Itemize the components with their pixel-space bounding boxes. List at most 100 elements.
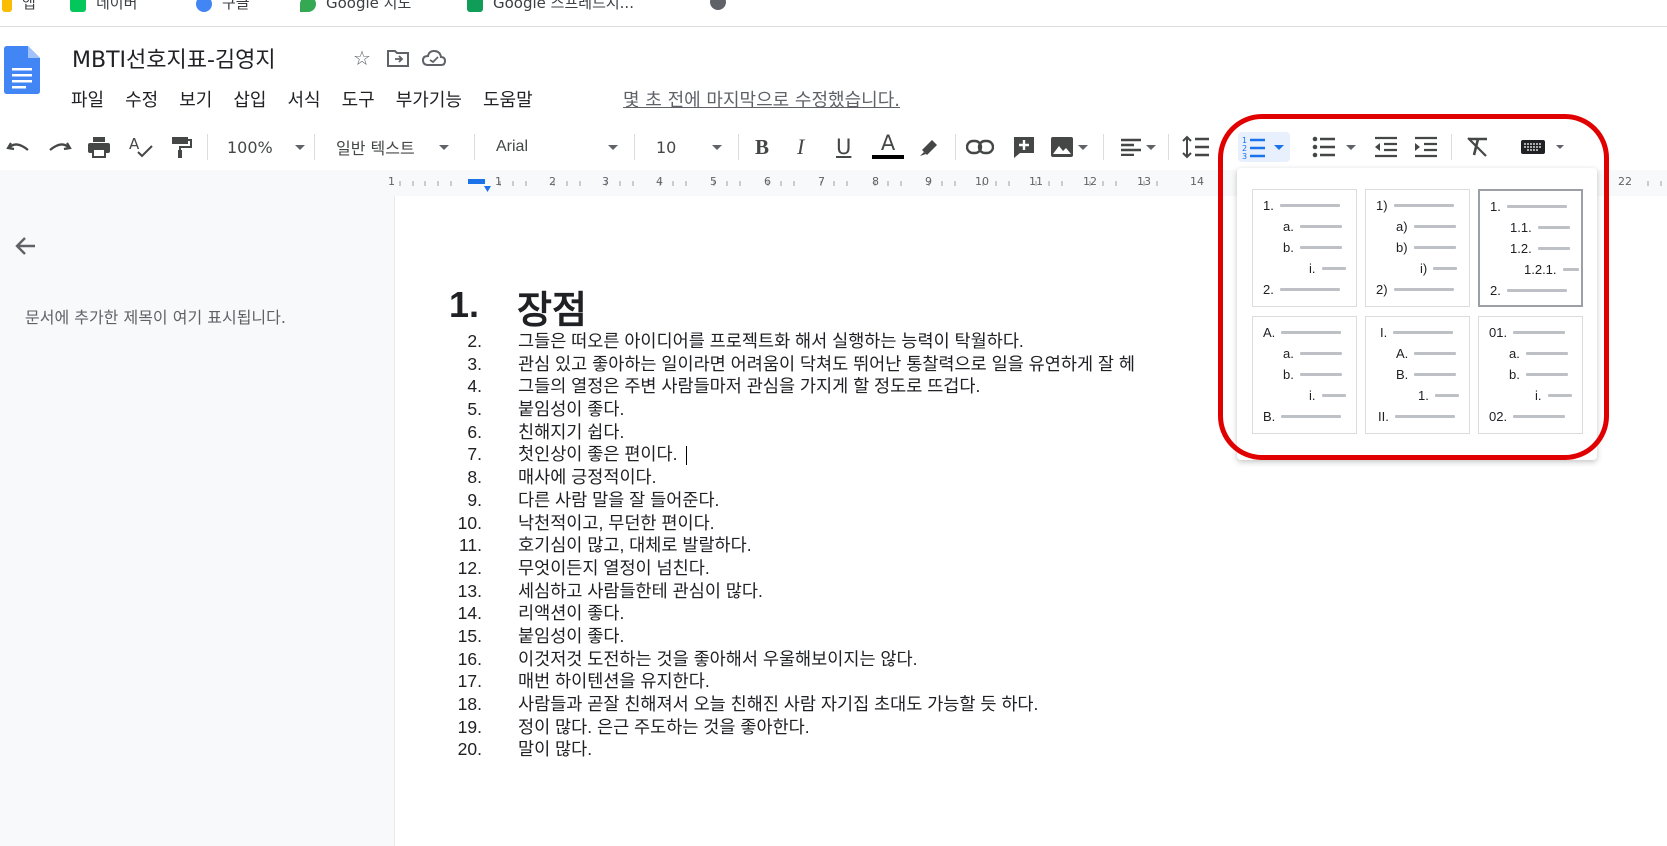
numbered-list-button[interactable]: 123 (1238, 132, 1290, 162)
underline-button[interactable]: U (836, 132, 851, 162)
redo-icon (49, 142, 72, 151)
list-preset-zero-decimal[interactable]: 01. a. b. i. 02. (1478, 316, 1583, 434)
chevron-down-icon (1078, 144, 1088, 150)
list-text: 사람들과 곧잘 친해져서 오늘 친해진 사람 자기집 초대도 가능할 듯 하다. (518, 694, 1039, 714)
list-number: 4. (467, 376, 482, 397)
list-number: 2. (467, 331, 482, 351)
list-text: 무엇이든지 열정이 넘친다. (518, 557, 710, 578)
list-number: 19. (457, 716, 482, 737)
bulleted-list-button[interactable] (1312, 132, 1356, 162)
line-spacing-button[interactable] (1182, 132, 1210, 162)
list-number: 17. (457, 671, 482, 692)
keyboard-icon (1521, 140, 1545, 154)
menu-help[interactable]: 도움말 (483, 86, 533, 112)
bookmark-more[interactable] (710, 0, 736, 10)
ruler-number: 1 (495, 175, 502, 188)
input-tools-button[interactable] (1520, 132, 1564, 162)
chevron-down-icon (1146, 144, 1156, 150)
increase-indent-button[interactable] (1414, 132, 1438, 162)
undo-icon (6, 142, 29, 151)
list-number: 8. (467, 467, 482, 488)
list-number: 16. (457, 648, 482, 669)
text-color-icon: A (880, 131, 896, 155)
bookmark-naver[interactable]: 네이버 (70, 0, 137, 13)
insert-image-button[interactable] (1050, 132, 1088, 162)
move-folder-icon[interactable] (386, 46, 410, 70)
map-pin-icon (300, 0, 316, 12)
document-title[interactable]: MBTI선호지표-김영지 (72, 42, 276, 74)
font-size-select[interactable]: 10 (656, 132, 723, 162)
list-text: 호기심이 많고, 대체로 발랄하다. (518, 535, 752, 556)
menu-format[interactable]: 서식 (288, 86, 321, 112)
list-number: 20. (457, 739, 482, 760)
cloud-status-icon[interactable] (422, 46, 446, 70)
menu-addons[interactable]: 부가기능 (396, 86, 462, 112)
list-preset-upper-roman[interactable]: I. A. B. 1. II. (1365, 316, 1470, 434)
chevron-down-icon (1346, 144, 1356, 150)
chevron-down-icon (712, 144, 723, 150)
menu-edit[interactable]: 수정 (125, 86, 158, 112)
align-left-icon (1121, 138, 1141, 156)
back-arrow-icon[interactable] (14, 234, 38, 265)
text-cursor (685, 446, 687, 466)
highlighter-icon (920, 140, 937, 156)
text-color-button[interactable]: A (872, 132, 904, 162)
redo-button[interactable] (46, 132, 72, 162)
google-icon (196, 0, 212, 12)
decrease-indent-icon (1375, 136, 1397, 158)
list-preset-paren[interactable]: 1) a) b) i) 2) (1365, 189, 1470, 307)
highlight-button[interactable] (918, 132, 940, 162)
chevron-down-icon (1274, 144, 1284, 150)
spellcheck-icon: A (129, 135, 153, 158)
docs-logo-icon[interactable] (4, 46, 40, 94)
spellcheck-button[interactable]: A (128, 132, 154, 162)
bookmark-google-maps[interactable]: Google 지도 (300, 0, 411, 13)
ruler-number: 6 (764, 175, 771, 188)
list-preset-outline-decimal[interactable]: 1. 1.1. 1.2. 1.2.1. 2. (1478, 189, 1583, 307)
paragraph-style-select[interactable]: 일반 텍스트 (336, 132, 449, 162)
last-edit-link[interactable]: 몇 초 전에 마지막으로 수정했습니다. (623, 86, 900, 112)
bold-button[interactable]: B (755, 132, 769, 162)
list-number: 14. (457, 603, 482, 624)
insert-comment-button[interactable] (1012, 132, 1036, 162)
ruler-number: 13 (1137, 175, 1151, 188)
list-preset-upper-alpha[interactable]: A. a. b. i. B. (1252, 316, 1357, 434)
clear-formatting-button[interactable] (1466, 132, 1490, 162)
list-text: 붙임성이 좋다. (518, 625, 625, 646)
list-text: 첫인상이 좋은 편이다. (518, 444, 678, 465)
underline-icon: U (836, 135, 852, 159)
menu-view[interactable]: 보기 (179, 86, 212, 112)
decrease-indent-button[interactable] (1374, 132, 1398, 162)
ruler-number: 22 (1618, 175, 1632, 188)
menu-insert[interactable]: 삽입 (233, 86, 266, 112)
paint-format-button[interactable] (170, 132, 192, 162)
bulleted-list-icon (1312, 136, 1335, 158)
menu-tools[interactable]: 도구 (342, 86, 375, 112)
star-icon[interactable]: ☆ (350, 46, 374, 70)
heading-text[interactable]: 장점 (517, 279, 587, 334)
list-number: 18. (457, 694, 482, 714)
menu-file[interactable]: 파일 (71, 86, 104, 112)
list-number: 11. (458, 535, 482, 556)
ruler-number: 2 (549, 175, 556, 188)
italic-button[interactable]: I (797, 132, 804, 162)
list-text: 정이 많다. 은근 주도하는 것을 좋아한다. (518, 716, 810, 737)
bookmark-apps[interactable]: 앱 (2, 0, 36, 13)
ruler-number: 14 (1190, 175, 1204, 188)
font-select[interactable]: Arial (496, 132, 619, 162)
undo-button[interactable] (6, 132, 32, 162)
ruler-number: 7 (818, 175, 825, 188)
list-preset-decimal-alpha-roman[interactable]: 1. a. b. i. 2. (1252, 189, 1357, 307)
bookmark-google[interactable]: 구글 (196, 0, 250, 13)
align-button[interactable] (1120, 132, 1156, 162)
zoom-select[interactable]: 100% (227, 132, 305, 162)
link-icon (966, 139, 994, 155)
list-number: 9. (467, 489, 482, 510)
text-color-swatch (872, 155, 904, 159)
add-comment-icon (1014, 137, 1034, 158)
bookmark-google-sheets[interactable]: Google 스프레드시... (467, 0, 634, 13)
print-button[interactable] (87, 132, 111, 162)
insert-link-button[interactable] (966, 132, 994, 162)
apps-icon (2, 0, 12, 12)
list-number: 7. (467, 444, 482, 465)
